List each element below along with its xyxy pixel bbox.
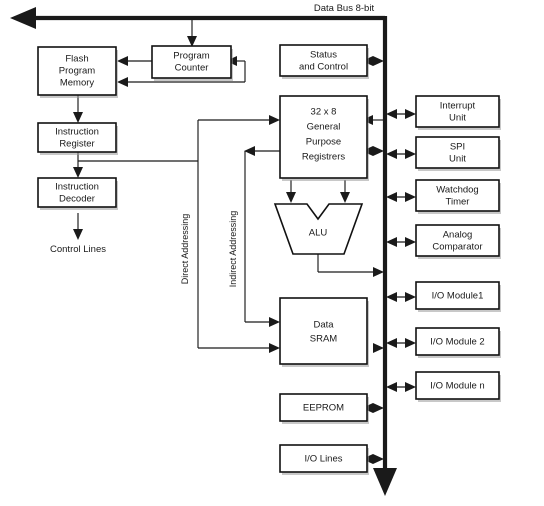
block-interrupt-unit[interactable]: Interrupt Unit xyxy=(415,95,501,130)
io-module-2-label: I/O Module 2 xyxy=(430,337,484,348)
gp-registers-label-line2: General xyxy=(307,122,341,133)
arrow-interrupt-unit-left xyxy=(386,109,397,119)
arrow-io-module-1-right xyxy=(405,292,416,302)
arrow-spi-unit-left xyxy=(386,149,397,159)
block-status-and-control[interactable]: Status and Control xyxy=(279,44,369,79)
arrow-bus-sram xyxy=(373,343,384,353)
arrow-registers-to-alu-left xyxy=(286,192,296,203)
spi-unit-label-line1: SPI xyxy=(450,142,465,153)
block-io-module-2[interactable]: I/O Module 2 xyxy=(415,327,501,358)
arrow-decoder-to-control-lines xyxy=(73,229,83,240)
arrow-status-control-right xyxy=(373,56,384,66)
indirect-addressing-label: Indirect Addressing xyxy=(228,211,238,288)
flash-label-line3: Memory xyxy=(60,78,95,89)
eeprom-label: EEPROM xyxy=(303,403,344,414)
data-bus-bottom-arrowhead xyxy=(373,468,397,496)
instruction-decoder-label-line2: Decoder xyxy=(59,194,95,205)
arrow-instruction-register-to-decoder xyxy=(73,167,83,178)
data-sram-label-line2: SRAM xyxy=(310,334,338,345)
flash-label-line2: Program xyxy=(59,66,96,77)
block-io-lines[interactable]: I/O Lines xyxy=(279,444,369,475)
arrow-io-module-2-right xyxy=(405,338,416,348)
watchdog-timer-label-line1: Watchdog xyxy=(436,185,478,196)
instruction-register-label-line1: Instruction xyxy=(55,127,99,138)
gp-registers-label-line1: 32 x 8 xyxy=(311,107,337,118)
block-alu[interactable]: ALU xyxy=(273,203,364,255)
arrow-direct-addressing-to-registers xyxy=(269,115,280,125)
arrow-io-module-2-left xyxy=(386,338,397,348)
arrow-analog-comparator-left xyxy=(386,237,397,247)
architecture-diagram-canvas: Data Bus 8-bit Program Counter Flash Pro… xyxy=(10,3,501,496)
arrow-flash-to-instruction-register xyxy=(73,112,83,123)
data-bus-left-arrowhead xyxy=(10,7,36,29)
arrow-interrupt-unit-right xyxy=(405,109,416,119)
arrow-direct-addressing-to-sram xyxy=(269,343,280,353)
block-flash-program-memory[interactable]: Flash Program Memory xyxy=(37,46,118,98)
block-instruction-decoder[interactable]: Instruction Decoder xyxy=(37,177,118,210)
arrow-registers-bus-right xyxy=(373,146,384,156)
instruction-decoder-label-line1: Instruction xyxy=(55,182,99,193)
block-eeprom[interactable]: EEPROM xyxy=(279,393,369,424)
instruction-register-label-line2: Register xyxy=(59,139,94,150)
block-io-module-n[interactable]: I/O Module n xyxy=(415,371,501,402)
arrow-io-lines-right xyxy=(373,454,384,464)
arrow-eeprom-right xyxy=(373,403,384,413)
arrow-watchdog-right xyxy=(405,192,416,202)
arrow-registers-to-indirect-addressing xyxy=(244,146,255,156)
block-data-sram[interactable]: Data SRAM xyxy=(279,297,369,367)
data-sram-label-line1: Data xyxy=(313,320,334,331)
block-general-purpose-registers[interactable]: 32 x 8 General Purpose Registrers xyxy=(279,95,369,181)
arrow-io-module-n-left xyxy=(386,382,397,392)
arrow-registers-to-alu-right xyxy=(340,192,350,203)
block-program-counter[interactable]: Program Counter xyxy=(151,45,233,81)
gp-registers-label-line3: Purpose xyxy=(306,137,341,148)
alu-label: ALU xyxy=(309,228,328,239)
gp-registers-label-line4: Registrers xyxy=(302,152,346,163)
control-lines-label: Control Lines xyxy=(50,244,106,255)
block-analog-comparator[interactable]: Analog Comparator xyxy=(415,224,501,259)
arrow-program-counter-to-flash xyxy=(117,56,128,66)
io-module-1-label: I/O Module1 xyxy=(432,291,484,302)
flash-label-line1: Flash xyxy=(65,54,88,65)
arrow-watchdog-left xyxy=(386,192,397,202)
status-control-label-line1: Status xyxy=(310,50,337,61)
block-io-module-1[interactable]: I/O Module1 xyxy=(415,281,501,312)
interrupt-unit-label-line2: Unit xyxy=(449,113,466,124)
arrow-to-flash-lower xyxy=(117,77,128,87)
spi-unit-label-line2: Unit xyxy=(449,154,466,165)
arrow-alu-output-to-bus xyxy=(373,267,384,277)
arrow-io-module-n-right xyxy=(405,382,416,392)
avr-block-diagram: Data Bus 8-bit Program Counter Flash Pro… xyxy=(0,0,544,506)
analog-comparator-label-line1: Analog xyxy=(443,230,473,241)
io-lines-label: I/O Lines xyxy=(304,454,342,465)
block-spi-unit[interactable]: SPI Unit xyxy=(415,136,501,171)
status-control-label-line2: and Control xyxy=(299,62,348,73)
program-counter-label-line1: Program xyxy=(173,51,210,62)
interrupt-unit-label-line1: Interrupt xyxy=(440,101,476,112)
block-instruction-register[interactable]: Instruction Register xyxy=(37,122,118,155)
arrow-spi-unit-right xyxy=(405,149,416,159)
data-bus-label: Data Bus 8-bit xyxy=(314,3,375,14)
analog-comparator-label-line2: Comparator xyxy=(432,242,482,253)
arrow-io-module-1-left xyxy=(386,292,397,302)
direct-addressing-label: Direct Addressing xyxy=(180,214,190,285)
arrow-indirect-addressing-to-sram xyxy=(269,317,280,327)
block-watchdog-timer[interactable]: Watchdog Timer xyxy=(415,179,501,214)
arrow-analog-comparator-right xyxy=(405,237,416,247)
io-module-n-label: I/O Module n xyxy=(430,381,484,392)
watchdog-timer-label-line2: Timer xyxy=(446,197,470,208)
program-counter-label-line2: Counter xyxy=(175,63,209,74)
